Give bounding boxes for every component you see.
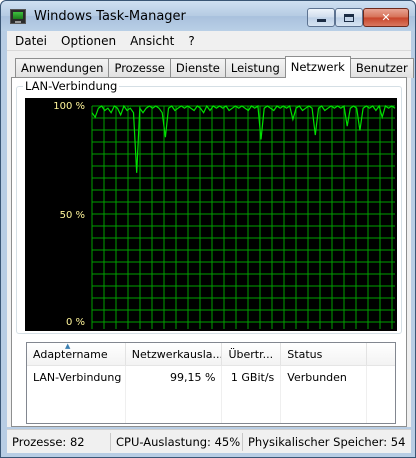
menu-help[interactable]: ?: [182, 34, 200, 48]
status-cpu: CPU-Auslastung: 45%: [111, 432, 243, 451]
task-manager-window: Windows Task-Manager ✕ Datei Optionen An…: [0, 0, 416, 458]
graph-title: LAN-Verbindung: [23, 79, 120, 93]
column-status[interactable]: Status: [281, 343, 368, 365]
window-title: Windows Task-Manager: [34, 9, 186, 24]
menu-ansicht[interactable]: Ansicht: [124, 34, 180, 48]
network-tab-page: LAN-Verbindung 100 % 50 % 0 % ▲ Adaptern…: [11, 77, 407, 427]
client-area: Anwendungen Prozesse Dienste Leistung Ne…: [7, 51, 414, 427]
tab-prozesse[interactable]: Prozesse: [108, 58, 171, 78]
adapter-list-header: ▲ Adaptername Netzwerkausla... Übertr...…: [27, 343, 395, 366]
menu-bar: Datei Optionen Ansicht ?: [7, 31, 411, 51]
maximize-button[interactable]: [335, 8, 363, 27]
column-adaptername[interactable]: ▲ Adaptername: [27, 343, 126, 365]
column-filler: [367, 343, 395, 365]
status-processes: Prozesse: 82: [7, 432, 111, 451]
menu-optionen[interactable]: Optionen: [55, 34, 122, 48]
cell-speed: 1 GBit/s: [222, 366, 282, 423]
minimize-icon: [316, 19, 326, 22]
tab-dienste[interactable]: Dienste: [169, 58, 226, 78]
tab-leistung[interactable]: Leistung: [224, 58, 286, 78]
close-button[interactable]: ✕: [363, 8, 409, 27]
maximize-icon: [344, 13, 354, 22]
cell-status: Verbunden: [281, 366, 368, 423]
menu-datei[interactable]: Datei: [9, 34, 53, 48]
status-memory: Physikalischer Speicher: 54: [248, 434, 406, 449]
tab-benutzer[interactable]: Benutzer: [349, 58, 414, 78]
column-netzwerkauslastung[interactable]: Netzwerkausla...: [126, 343, 223, 365]
graph-plot-svg: [91, 104, 396, 329]
tab-strip: Anwendungen Prozesse Dienste Leistung Ne…: [15, 56, 414, 78]
cell-adapter: LAN-Verbindung: [27, 366, 126, 423]
task-manager-icon: [10, 9, 26, 24]
tab-anwendungen[interactable]: Anwendungen: [15, 58, 110, 78]
cell-filler: [367, 366, 395, 423]
utilization-series-line: [91, 104, 396, 173]
tab-netzwerk[interactable]: Netzwerk: [284, 56, 351, 78]
adapter-list[interactable]: ▲ Adaptername Netzwerkausla... Übertr...…: [26, 342, 396, 424]
title-bar[interactable]: Windows Task-Manager ✕: [1, 1, 415, 31]
adapter-graph-group: LAN-Verbindung 100 % 50 % 0 %: [16, 79, 402, 334]
cell-utilization: 99,15 %: [126, 366, 223, 423]
status-bar: Prozesse: 82 CPU-Auslastung: 45% Physika…: [7, 429, 411, 453]
minimize-button[interactable]: [307, 8, 335, 27]
column-uebertragungsrate[interactable]: Übertr...: [222, 343, 282, 365]
sort-ascending-icon: ▲: [65, 343, 71, 350]
network-utilization-graph: 100 % 50 % 0 %: [25, 98, 397, 331]
table-row[interactable]: LAN-Verbindung 99,15 % 1 GBit/s Verbunde…: [27, 366, 395, 423]
